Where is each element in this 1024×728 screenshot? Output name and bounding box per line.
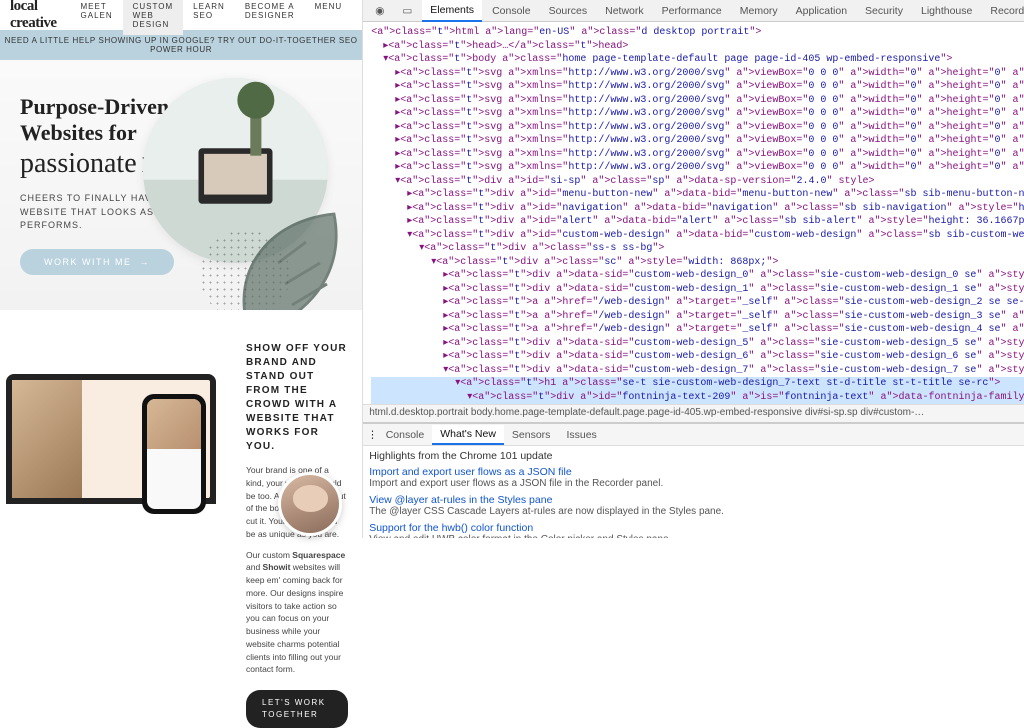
- dom-node[interactable]: <a">class="t">html a">lang="en-US" a">cl…: [371, 26, 1024, 40]
- tab-memory[interactable]: Memory: [732, 1, 786, 21]
- dom-node[interactable]: ▾<a">class="t">div a">data-sid="custom-w…: [371, 364, 1024, 378]
- monstera-leaf-icon: [222, 200, 362, 310]
- nav-menu[interactable]: MENU: [305, 0, 353, 35]
- tab-sources[interactable]: Sources: [541, 1, 596, 21]
- nav-meet[interactable]: MEET GALEN: [71, 0, 123, 35]
- nav-seo[interactable]: LEARN SEO: [183, 0, 235, 35]
- breadcrumb[interactable]: html.d.desktop.portrait body.home.page-t…: [363, 404, 1024, 422]
- drawer-console[interactable]: Console: [378, 426, 433, 444]
- dom-node[interactable]: ▾<a">class="t">div a">id="si-sp" a">clas…: [371, 175, 1024, 189]
- devtools-toolbar: ◉ ▭ Elements Console Sources Network Per…: [363, 0, 1024, 22]
- devtools-panel: ◉ ▭ Elements Console Sources Network Per…: [363, 0, 1024, 538]
- drawer-menu-icon[interactable]: ⋮: [367, 429, 378, 441]
- tab-security[interactable]: Security: [857, 1, 911, 21]
- primary-nav: MEET GALEN CUSTOM WEB DESIGN LEARN SEO B…: [71, 0, 353, 35]
- drawer-issues[interactable]: Issues: [558, 426, 604, 444]
- dom-node[interactable]: ▸<a">class="t">svg a">xmlns="http://www.…: [371, 67, 1024, 81]
- brand-logo[interactable]: local creative: [10, 0, 57, 32]
- topbar: local creative MEET GALEN CUSTOM WEB DES…: [0, 0, 362, 30]
- whatsnew-item[interactable]: Import and export user flows as a JSON f…: [369, 466, 1024, 489]
- lets-work-button[interactable]: LET'S WORK TOGETHER: [246, 690, 348, 728]
- arrow-icon: →: [140, 257, 151, 267]
- dom-node[interactable]: ▸<a">class="t">svg a">xmlns="http://www.…: [371, 121, 1024, 135]
- whatsnew-item[interactable]: Support for the hwb() color functionView…: [369, 522, 1024, 538]
- dom-node[interactable]: ▸<a">class="t">a a">href="/web-design" a…: [371, 323, 1024, 337]
- dom-node[interactable]: ▾<a">class="t">div a">id="fontninja-text…: [371, 391, 1024, 405]
- dom-node[interactable]: ▾<a">class="t">div a">id="custom-web-des…: [371, 229, 1024, 243]
- drawer-sensors[interactable]: Sensors: [504, 426, 559, 444]
- whatsnew-item[interactable]: View @layer at-rules in the Styles paneT…: [369, 494, 1024, 517]
- tab-network[interactable]: Network: [597, 1, 652, 21]
- services-section: SHOW OFF YOUR BRAND AND STAND OUT FROM T…: [0, 310, 362, 542]
- dom-node[interactable]: ▸<a">class="t">svg a">xmlns="http://www.…: [371, 161, 1024, 175]
- drawer: ⋮ Console What's New Sensors Issues ✕ Hi…: [363, 422, 1024, 538]
- dom-node[interactable]: ▸<a">class="t">div a">id="alert" a">data…: [371, 215, 1024, 229]
- tab-lighthouse[interactable]: Lighthouse: [913, 1, 980, 21]
- tab-performance[interactable]: Performance: [654, 1, 730, 21]
- dom-tree[interactable]: <a">class="t">html a">lang="en-US" a">cl…: [363, 22, 1024, 404]
- dom-node[interactable]: ▸<a">class="t">div a">id="navigation" a"…: [371, 202, 1024, 216]
- dom-node[interactable]: ▸<a">class="t">div a">data-sid="custom-w…: [371, 283, 1024, 297]
- nav-custom-web[interactable]: CUSTOM WEB DESIGN: [123, 0, 184, 35]
- tab-application[interactable]: Application: [788, 1, 855, 21]
- website-preview: local creative MEET GALEN CUSTOM WEB DES…: [0, 0, 363, 538]
- dom-node[interactable]: ▸<a">class="t">a a">href="/web-design" a…: [371, 310, 1024, 324]
- dom-node[interactable]: ▸<a">class="t">svg a">xmlns="http://www.…: [371, 107, 1024, 121]
- dom-node[interactable]: ▸<a">class="t">svg a">xmlns="http://www.…: [371, 134, 1024, 148]
- hero-section: Purpose-Driven Websites for passionate B…: [0, 60, 362, 310]
- dom-node[interactable]: ▸<a">class="t">div a">data-sid="custom-w…: [371, 269, 1024, 283]
- dom-node[interactable]: ▸<a">class="t">div a">data-sid="custom-w…: [371, 350, 1024, 364]
- nav-designer[interactable]: BECOME A DESIGNER: [235, 0, 305, 35]
- section-heading: SHOW OFF YOUR BRAND AND STAND OUT FROM T…: [246, 342, 348, 454]
- dom-node[interactable]: ▸<a">class="t">div a">id="menu-button-ne…: [371, 188, 1024, 202]
- dom-node[interactable]: ▾<a">class="t">h1 a">class="se-t sie-cus…: [371, 377, 1024, 391]
- dom-node[interactable]: ▸<a">class="t">svg a">xmlns="http://www.…: [371, 148, 1024, 162]
- tab-recorder[interactable]: Recorder: [982, 1, 1024, 21]
- device-mockups: [6, 324, 236, 504]
- dom-node[interactable]: ▾<a">class="t">body a">class="home page-…: [371, 53, 1024, 67]
- tab-console[interactable]: Console: [484, 1, 539, 21]
- dom-node[interactable]: ▸<a">class="t">svg a">xmlns="http://www.…: [371, 94, 1024, 108]
- author-avatar[interactable]: [278, 472, 342, 536]
- work-with-me-button[interactable]: WORK WITH ME →: [20, 249, 174, 275]
- dom-node[interactable]: ▸<a">class="t">svg a">xmlns="http://www.…: [371, 80, 1024, 94]
- dom-node[interactable]: ▸<a">class="t">div a">data-sid="custom-w…: [371, 337, 1024, 351]
- whatsnew-content: Highlights from the Chrome 101 update Im…: [369, 450, 1024, 534]
- dom-node[interactable]: ▸<a">class="t">a a">href="/web-design" a…: [371, 296, 1024, 310]
- device-icon[interactable]: ▭: [394, 1, 420, 21]
- inspect-icon[interactable]: ◉: [367, 1, 392, 21]
- paragraph-2: Our custom Squarespace and Showit websit…: [246, 549, 348, 677]
- promo-banner[interactable]: NEED A LITTLE HELP SHOWING UP IN GOOGLE?…: [0, 30, 362, 60]
- dom-node[interactable]: ▾<a">class="t">div a">class="ss-s ss-bg"…: [371, 242, 1024, 256]
- phone-mockup: [142, 394, 206, 514]
- dom-node[interactable]: ▾<a">class="t">div a">class="sc" a">styl…: [371, 256, 1024, 270]
- dom-node[interactable]: ▸<a">class="t">head>…</a">class="t">head…: [371, 40, 1024, 54]
- tab-elements[interactable]: Elements: [422, 0, 482, 22]
- drawer-whatsnew[interactable]: What's New: [432, 425, 504, 445]
- whatsnew-title: Highlights from the Chrome 101 update: [369, 450, 1024, 462]
